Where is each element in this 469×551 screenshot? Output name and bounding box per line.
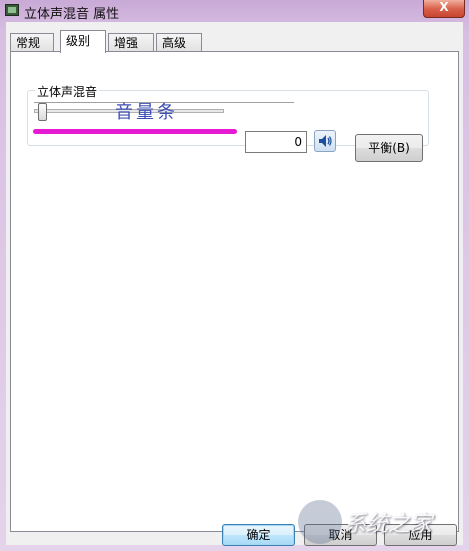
cancel-button[interactable]: 取消	[304, 524, 377, 546]
window-title: 立体声混音 属性	[24, 7, 120, 22]
annotation-underline	[33, 129, 237, 134]
levels-panel: 立体声混音 音量条 0 平衡(B)	[10, 51, 459, 532]
device-group-label: 立体声混音	[35, 83, 100, 100]
tab-levels[interactable]: 级别	[60, 30, 106, 53]
close-button[interactable]: X	[423, 0, 465, 18]
title-bar[interactable]: 立体声混音 属性 X	[0, 0, 469, 22]
balance-button[interactable]: 平衡(B)	[355, 134, 423, 162]
volume-slider-thumb[interactable]	[38, 103, 47, 121]
tab-general[interactable]: 常规	[10, 33, 54, 51]
tab-enhancements[interactable]: 增强	[108, 33, 154, 51]
ok-button[interactable]: 确定	[222, 524, 295, 546]
sound-device-icon	[5, 4, 19, 16]
tab-advanced[interactable]: 高级	[156, 33, 202, 51]
properties-dialog: 立体声混音 属性 X 常规 级别 增强 高级 立体声混音 音量条 0 平衡(B)…	[0, 0, 469, 551]
dialog-client-area: 常规 级别 增强 高级 立体声混音 音量条 0 平衡(B) 确定 取消 应用	[6, 22, 463, 546]
mute-button[interactable]	[314, 130, 336, 152]
annotation-label: 音量条	[115, 102, 178, 123]
speaker-icon	[319, 135, 332, 147]
apply-button[interactable]: 应用	[384, 524, 457, 546]
volume-value-field[interactable]: 0	[245, 131, 307, 153]
